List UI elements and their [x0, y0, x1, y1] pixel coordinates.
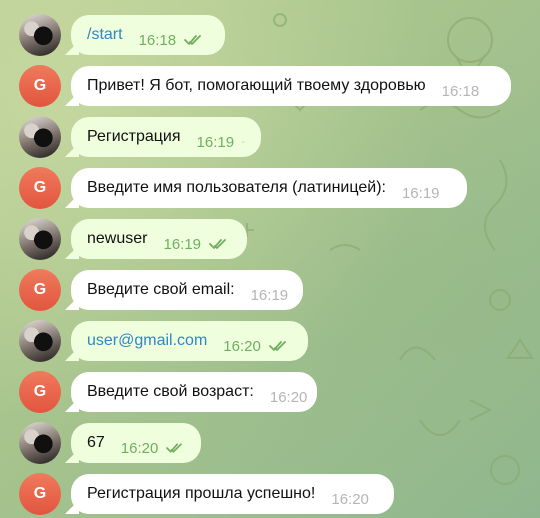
message-bubble[interactable]: /start 16:18	[71, 15, 225, 55]
message-bubble[interactable]: Введите свой email: 16:19	[71, 270, 303, 310]
outgoing-message-row: Регистрация 16:19	[0, 114, 540, 160]
user-avatar[interactable]	[19, 116, 61, 158]
message-bubble[interactable]: Введите свой возраст: 16:20	[71, 372, 317, 412]
bot-avatar[interactable]: G	[19, 473, 61, 515]
message-time: 16:20	[269, 388, 308, 406]
message-time: 16:19	[163, 235, 202, 253]
message-time: 16:18	[441, 82, 480, 100]
double-check-icon	[242, 141, 245, 143]
bot-avatar[interactable]: G	[19, 65, 61, 107]
message-time: 16:18	[138, 31, 177, 49]
message-bubble[interactable]: user@gmail.com 16:20	[71, 321, 308, 361]
double-check-icon	[184, 35, 202, 45]
message-time: 16:19	[250, 286, 289, 304]
outgoing-message-row: newuser 16:19	[0, 216, 540, 262]
bot-avatar-letter: G	[33, 77, 47, 94]
message-link[interactable]: /start	[87, 26, 123, 44]
message-bubble[interactable]: Введите имя пользователя (латиницей): 16:…	[71, 168, 467, 208]
message-link[interactable]: user@gmail.com	[87, 332, 207, 350]
message-text: Регистрация	[87, 128, 181, 145]
message-bubble[interactable]: newuser 16:19	[71, 219, 247, 259]
incoming-message-row: G Введите свой email: 16:19	[0, 267, 540, 313]
user-avatar[interactable]	[19, 218, 61, 260]
outgoing-message-row: /start 16:18	[0, 12, 540, 58]
message-text: Введите свой email:	[87, 281, 235, 298]
bot-avatar-letter: G	[33, 485, 47, 502]
incoming-message-row: G Введите свой возраст: 16:20	[0, 369, 540, 415]
user-avatar[interactable]	[19, 14, 61, 56]
outgoing-message-row: 67 16:20	[0, 420, 540, 466]
double-check-icon	[166, 443, 183, 453]
message-text: 67	[87, 434, 105, 451]
bot-avatar-letter: G	[33, 281, 47, 298]
incoming-message-row: G Введите имя пользователя (латиницей): 16…	[0, 165, 540, 211]
incoming-message-row: G Регистрация прошла успешно! 16:20	[0, 471, 540, 517]
outgoing-message-row: user@gmail.com 16:20	[0, 318, 540, 364]
user-avatar[interactable]	[19, 320, 61, 362]
message-time: 16:20	[331, 490, 369, 508]
bot-avatar-letter: G	[33, 383, 47, 400]
user-avatar[interactable]	[19, 422, 61, 464]
message-text: Привет! Я бот, помогающий твоему здоровь…	[87, 77, 426, 94]
message-text: Регистрация прошла успешно!	[87, 485, 316, 502]
bot-avatar-letter: G	[33, 179, 47, 196]
message-text: Введите имя пользователя (латиницей):	[87, 179, 386, 196]
message-time: 16:19	[401, 184, 440, 202]
bot-avatar[interactable]: G	[19, 269, 61, 311]
message-bubble[interactable]: Регистрация 16:19	[71, 117, 261, 157]
message-text: newuser	[87, 230, 148, 247]
incoming-message-row: G Привет! Я бот, помогающий твоему здоров…	[0, 63, 540, 109]
message-bubble[interactable]: Привет! Я бот, помогающий твоему здоровь…	[71, 66, 511, 106]
message-time: 16:20	[120, 439, 159, 457]
message-bubble[interactable]: Регистрация прошла успешно! 16:20	[71, 474, 394, 514]
bot-avatar[interactable]: G	[19, 167, 61, 209]
bot-avatar[interactable]: G	[19, 371, 61, 413]
message-time: 16:19	[196, 133, 235, 151]
message-time: 16:20	[223, 337, 261, 355]
message-bubble[interactable]: 67 16:20	[71, 423, 201, 463]
double-check-icon	[209, 239, 226, 249]
message-text: Введите свой возраст:	[87, 383, 254, 400]
double-check-icon	[268, 341, 286, 351]
